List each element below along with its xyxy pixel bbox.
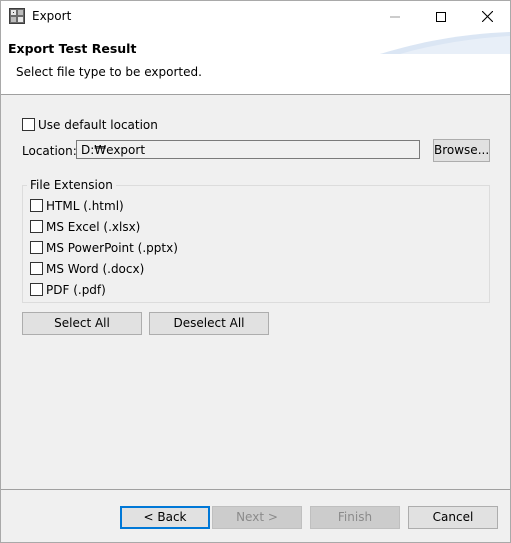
location-label: Location: <box>22 144 77 158</box>
browse-button[interactable]: Browse... <box>433 139 490 162</box>
page-title: Export Test Result <box>8 41 137 56</box>
next-button[interactable]: Next > <box>212 506 302 529</box>
powerpoint-checkbox[interactable] <box>30 241 43 254</box>
file-extension-group-label: File Extension <box>27 178 116 192</box>
header-banner-graphic <box>380 32 510 54</box>
finish-button[interactable]: Finish <box>310 506 400 529</box>
select-all-button[interactable]: Select All <box>22 312 142 335</box>
close-icon <box>481 11 493 22</box>
maximize-icon <box>436 11 446 22</box>
cancel-button[interactable]: Cancel <box>408 506 498 529</box>
powerpoint-option-label: MS PowerPoint (.pptx) <box>46 241 178 255</box>
pdf-option-label: PDF (.pdf) <box>46 283 106 297</box>
location-input[interactable] <box>76 140 420 159</box>
use-default-location-label: Use default location <box>38 118 158 132</box>
pdf-checkbox[interactable] <box>30 283 43 296</box>
maximize-button[interactable] <box>418 1 464 32</box>
app-icon <box>9 8 25 24</box>
use-default-location-checkbox[interactable] <box>22 118 35 131</box>
title-bar[interactable]: Export <box>1 1 510 32</box>
html-option-label: HTML (.html) <box>46 199 124 213</box>
window-title: Export <box>32 9 72 23</box>
excel-checkbox[interactable] <box>30 220 43 233</box>
minimize-icon <box>390 16 400 17</box>
export-dialog: Export Export Test Result Select file ty… <box>0 0 511 543</box>
excel-option-label: MS Excel (.xlsx) <box>46 220 141 234</box>
page-description: Select file type to be exported. <box>16 65 202 79</box>
html-checkbox[interactable] <box>30 199 43 212</box>
word-option-label: MS Word (.docx) <box>46 262 145 276</box>
minimize-button[interactable] <box>372 1 418 32</box>
close-button[interactable] <box>464 1 510 32</box>
wizard-header: Export Test Result Select file type to b… <box>1 32 510 95</box>
word-checkbox[interactable] <box>30 262 43 275</box>
deselect-all-button[interactable]: Deselect All <box>149 312 269 335</box>
back-button[interactable]: < Back <box>120 506 210 529</box>
footer-separator <box>1 489 510 490</box>
